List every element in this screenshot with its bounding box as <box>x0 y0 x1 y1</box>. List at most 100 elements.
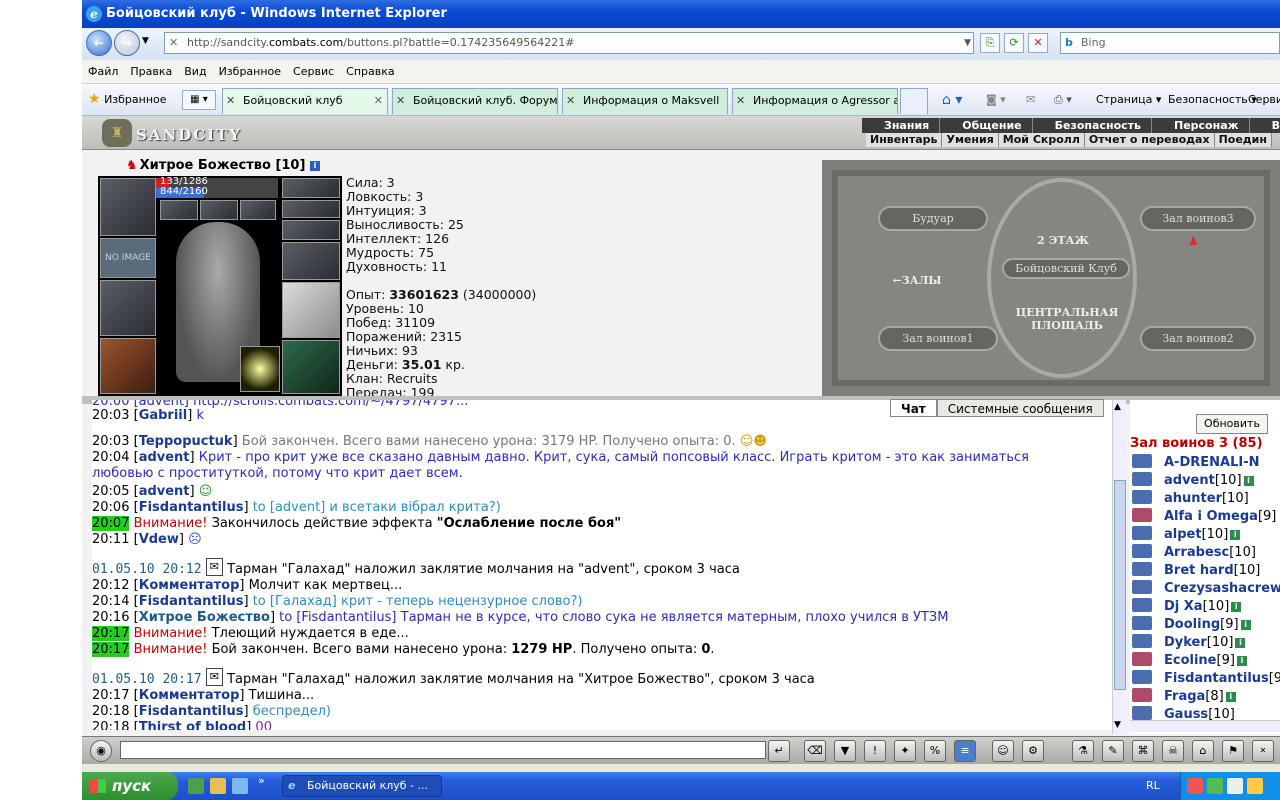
gloves-slot[interactable] <box>282 242 340 280</box>
nick[interactable]: Thirst of blood <box>139 720 247 730</box>
skull-icon[interactable]: ☠ <box>1162 740 1184 762</box>
eraser-icon[interactable]: ⌫ <box>804 740 826 762</box>
menu-transfers[interactable]: Отчет о переводах <box>1085 133 1215 147</box>
filter-icon[interactable]: ▼ <box>834 740 856 762</box>
tray-icon-2[interactable] <box>1207 778 1223 794</box>
quick-tabs-icon[interactable]: ▦ ▾ <box>182 90 216 110</box>
boots-slot[interactable] <box>282 340 340 394</box>
user-name[interactable]: Ecoline <box>1164 653 1217 668</box>
tab-system-messages[interactable]: Системные сообщения <box>936 399 1104 417</box>
menu-favorites[interactable]: Избранное <box>213 60 287 84</box>
private-message-icon[interactable] <box>1132 598 1152 612</box>
menu-duels[interactable]: Поедин <box>1215 133 1272 147</box>
exit-icon[interactable]: ✕ <box>1252 740 1274 762</box>
user-name[interactable]: Fisdantantilus <box>1164 671 1269 686</box>
nick[interactable]: Gabriil <box>139 408 188 423</box>
info-icon[interactable]: i <box>1236 656 1247 666</box>
menu-inventory[interactable]: Инвентарь <box>866 133 943 147</box>
favorites-button[interactable]: ★ Избранное <box>88 90 167 109</box>
history-dropdown-icon[interactable]: ▼ <box>142 36 149 46</box>
map-halls[interactable]: ←ЗАЛЫ <box>882 274 952 287</box>
map-icon[interactable]: ⌘ <box>1132 740 1154 762</box>
private-message-icon[interactable] <box>1132 490 1152 504</box>
menu-knowledge[interactable]: Знания <box>862 118 941 133</box>
menu-skills[interactable]: Умения <box>942 133 999 147</box>
private-message-icon[interactable] <box>1132 472 1152 486</box>
user-row[interactable]: Dooling[9] i <box>1132 616 1280 634</box>
nick[interactable]: Fisdantantilus <box>139 500 244 515</box>
user-name[interactable]: Dj Xa <box>1164 599 1203 614</box>
menu-security[interactable]: Безопасность <box>1033 118 1152 133</box>
close-tab-icon[interactable]: ✕ <box>374 89 383 113</box>
safety-menu[interactable]: Безопасность ▾ <box>1168 92 1257 108</box>
language-indicator[interactable]: RL <box>1146 772 1160 800</box>
user-row[interactable]: advent[10] i <box>1132 472 1280 490</box>
user-name[interactable]: Dyker <box>1164 635 1207 650</box>
new-tab-button[interactable] <box>900 88 928 114</box>
compat-view-icon[interactable]: ⎘ <box>980 33 1000 53</box>
user-row[interactable]: Dyker[10] i <box>1132 634 1280 652</box>
user-row[interactable]: Alfa i Omega[9] <box>1132 508 1280 526</box>
map-hall3[interactable]: Зал воинов3 <box>1140 206 1256 231</box>
map-hall2[interactable]: Зал воинов2 <box>1140 326 1256 351</box>
user-row[interactable]: ahunter[10] <box>1132 490 1280 508</box>
nick[interactable]: advent <box>139 484 190 499</box>
user-name[interactable]: alpet <box>1164 527 1202 542</box>
nick[interactable]: Fisdantantilus <box>139 594 244 609</box>
cloak-slot[interactable] <box>100 338 156 394</box>
private-message-icon[interactable] <box>1132 616 1152 630</box>
scroll-icon[interactable]: ✎ <box>1102 740 1124 762</box>
menu-character[interactable]: Персонаж <box>1152 118 1250 133</box>
user-row[interactable]: Fisdantantilus[9] <box>1132 670 1280 688</box>
map-hall1[interactable]: Зал воинов1 <box>878 326 998 351</box>
settings-icon[interactable]: ⚙ <box>1022 740 1044 762</box>
amulet-slot[interactable] <box>282 178 340 198</box>
chat-mode-icon[interactable]: ≡ <box>954 740 976 762</box>
private-message-icon[interactable] <box>1132 454 1152 468</box>
armor-slot[interactable] <box>100 280 156 336</box>
home-game-icon[interactable]: ⌂ <box>1192 740 1214 762</box>
scroll-up-icon[interactable]: ▲ <box>1114 402 1121 412</box>
page-menu[interactable]: Страница ▾ <box>1096 92 1161 108</box>
user-name[interactable]: Alfa i Omega <box>1164 509 1258 524</box>
menu-communication[interactable]: Общение <box>940 118 1033 133</box>
tray-icon-1[interactable] <box>1187 778 1203 794</box>
private-message-icon[interactable] <box>1132 544 1152 558</box>
helmet-slot[interactable] <box>100 178 156 236</box>
nick[interactable]: Комментатор <box>139 578 240 593</box>
info-icon[interactable]: i <box>1230 530 1241 540</box>
user-row[interactable]: Crezysashacrew <box>1132 580 1280 598</box>
map-club[interactable]: Бойцовский Клуб <box>1002 258 1130 279</box>
user-row[interactable]: Dj Xa[10] i <box>1132 598 1280 616</box>
send-icon[interactable]: ↵ <box>768 740 790 762</box>
info-icon[interactable]: i <box>1235 638 1246 648</box>
refresh-icon[interactable]: ⟳ <box>1004 33 1024 53</box>
map-floor[interactable]: 2 ЭТАЖ <box>1028 234 1098 247</box>
walk-icon[interactable]: ✦ <box>894 740 916 762</box>
user-name[interactable]: Arrabesc <box>1164 545 1229 560</box>
tools-menu[interactable]: Сервис <box>1248 92 1280 108</box>
user-name[interactable]: A-DRENALI-N <box>1164 455 1259 470</box>
private-message-icon[interactable] <box>1132 634 1152 648</box>
scroll-down-icon[interactable]: ▼ <box>1114 720 1121 730</box>
private-message-icon[interactable] <box>1132 508 1152 522</box>
private-message-icon[interactable] <box>1132 688 1152 702</box>
search-input[interactable]: b Bing <box>1060 32 1280 54</box>
alert-icon[interactable]: ! <box>864 740 886 762</box>
weapon-slot[interactable] <box>282 282 340 338</box>
tab-maksvell[interactable]: ✕ Информация о Maksvell <box>562 88 728 114</box>
user-row[interactable]: Fraga[8] i <box>1132 688 1280 706</box>
user-row[interactable]: A-DRENALI-N <box>1132 454 1280 472</box>
translit-icon[interactable]: % <box>924 740 946 762</box>
tray-icon-4[interactable] <box>1247 778 1263 794</box>
nick[interactable]: Teppopuctuk <box>139 434 233 449</box>
online-hscrollbar[interactable] <box>1130 720 1280 732</box>
tab-agressor[interactable]: ✕ Информация о Agressor aze <box>732 88 898 114</box>
back-button[interactable]: ← <box>86 30 112 56</box>
menu-exit[interactable]: Вы <box>1250 118 1280 133</box>
user-name[interactable]: Fraga <box>1164 689 1205 704</box>
nick[interactable]: Fisdantantilus <box>139 704 244 719</box>
private-message-icon[interactable] <box>1132 652 1152 666</box>
taskbar-task-ie[interactable]: e Бойцовский клуб - ... <box>282 775 442 797</box>
menu-view[interactable]: Вид <box>178 60 212 84</box>
